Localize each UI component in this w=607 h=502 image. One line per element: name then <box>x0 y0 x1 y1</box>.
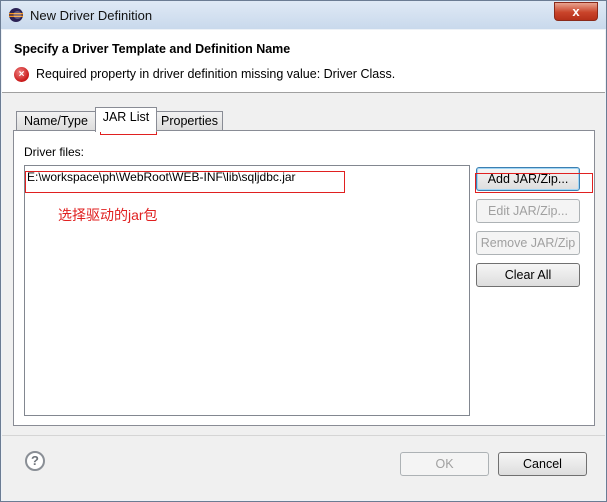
jar-list-panel: Driver files: E:\workspace\ph\WebRoot\WE… <box>13 130 595 426</box>
remove-jar-button[interactable]: Remove JAR/Zip <box>476 231 580 255</box>
list-item[interactable]: E:\workspace\ph\WebRoot\WEB-INF\lib\sqlj… <box>27 170 296 184</box>
cancel-button[interactable]: Cancel <box>498 452 587 476</box>
title-bar[interactable]: New Driver Definition x <box>1 1 606 29</box>
window-title: New Driver Definition <box>30 8 153 23</box>
tab-name-type[interactable]: Name/Type <box>16 111 96 131</box>
driver-files-label: Driver files: <box>24 145 85 159</box>
edit-jar-button[interactable]: Edit JAR/Zip... <box>476 199 580 223</box>
add-jar-button[interactable]: Add JAR/Zip... <box>476 167 580 191</box>
help-icon[interactable]: ? <box>25 451 45 471</box>
dialog-body: Name/Type JAR List Properties Driver fil… <box>2 93 605 500</box>
tab-properties[interactable]: Properties <box>156 111 223 131</box>
page-title: Specify a Driver Template and Definition… <box>14 42 291 56</box>
footer-divider <box>2 435 605 436</box>
tab-jar-list[interactable]: JAR List <box>95 107 157 132</box>
dialog-header: Specify a Driver Template and Definition… <box>2 30 605 93</box>
annotation-text: 选择驱动的jar包 <box>58 207 158 223</box>
driver-files-list[interactable]: E:\workspace\ph\WebRoot\WEB-INF\lib\sqlj… <box>24 165 470 416</box>
eclipse-logo-icon <box>9 8 23 22</box>
close-button[interactable]: x <box>554 2 598 21</box>
error-icon: × <box>14 67 29 82</box>
error-message: Required property in driver definition m… <box>36 67 396 81</box>
clear-all-button[interactable]: Clear All <box>476 263 580 287</box>
close-icon: x <box>572 4 580 19</box>
dialog-window: New Driver Definition x Specify a Driver… <box>0 0 607 502</box>
ok-button[interactable]: OK <box>400 452 489 476</box>
